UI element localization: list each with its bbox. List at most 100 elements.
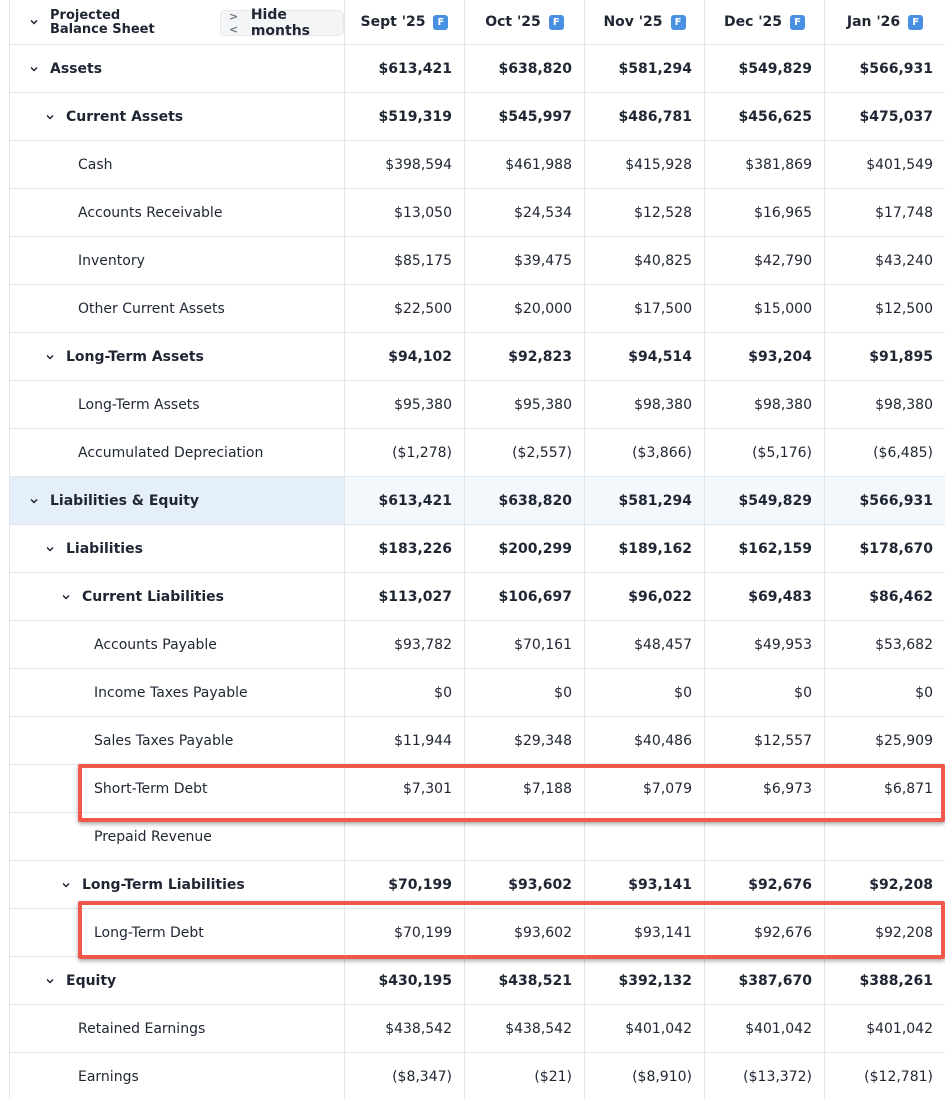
value-cell[interactable]: $113,027 <box>345 573 465 620</box>
value-cell[interactable]: $70,199 <box>345 909 465 956</box>
table-row[interactable]: Retained Earnings $438,542 $438,542 $401,04… <box>10 1005 945 1053</box>
value-cell[interactable]: $401,042 <box>705 1005 825 1052</box>
value-cell[interactable]: $415,928 <box>585 141 705 188</box>
month-header[interactable]: Oct '25 F <box>465 0 585 44</box>
month-header[interactable]: Sept '25 F <box>345 0 465 44</box>
value-cell[interactable]: ($5,176) <box>705 429 825 476</box>
month-header[interactable]: Dec '25 F <box>705 0 825 44</box>
month-header[interactable]: Jan '26 F <box>825 0 945 44</box>
value-cell[interactable]: $6,973 <box>705 765 825 812</box>
value-cell[interactable]: $486,781 <box>585 93 705 140</box>
value-cell[interactable]: $401,042 <box>585 1005 705 1052</box>
value-cell[interactable]: $13,050 <box>345 189 465 236</box>
value-cell[interactable]: ($13,372) <box>705 1053 825 1099</box>
value-cell[interactable]: $381,869 <box>705 141 825 188</box>
chevron-down-icon[interactable] <box>41 348 59 366</box>
value-cell[interactable]: $638,820 <box>465 477 585 524</box>
value-cell[interactable]: $94,514 <box>585 333 705 380</box>
value-cell[interactable]: $189,162 <box>585 525 705 572</box>
table-row[interactable]: Accounts Payable $93,782 $70,161 $48,457 $49… <box>10 621 945 669</box>
value-cell[interactable]: $6,871 <box>825 765 945 812</box>
value-cell[interactable]: $398,594 <box>345 141 465 188</box>
value-cell[interactable]: $25,909 <box>825 717 945 764</box>
value-cell[interactable]: $566,931 <box>825 45 945 92</box>
value-cell[interactable]: ($6,485) <box>825 429 945 476</box>
value-cell[interactable]: $106,697 <box>465 573 585 620</box>
value-cell[interactable]: $7,301 <box>345 765 465 812</box>
value-cell[interactable]: $11,944 <box>345 717 465 764</box>
value-cell[interactable]: $0 <box>705 669 825 716</box>
value-cell[interactable]: $16,965 <box>705 189 825 236</box>
value-cell[interactable]: $456,625 <box>705 93 825 140</box>
value-cell[interactable]: $98,380 <box>705 381 825 428</box>
value-cell[interactable]: $613,421 <box>345 477 465 524</box>
value-cell[interactable]: $461,988 <box>465 141 585 188</box>
value-cell[interactable]: ($3,866) <box>585 429 705 476</box>
value-cell[interactable]: $93,141 <box>585 909 705 956</box>
value-cell[interactable]: ($8,910) <box>585 1053 705 1099</box>
value-cell[interactable]: $39,475 <box>465 237 585 284</box>
value-cell[interactable]: $200,299 <box>465 525 585 572</box>
table-row[interactable]: Cash $398,594 $461,988 $415,928 $381,869 $401… <box>10 141 945 189</box>
value-cell[interactable]: $549,829 <box>705 477 825 524</box>
value-cell[interactable]: $43,240 <box>825 237 945 284</box>
value-cell[interactable]: $388,261 <box>825 957 945 1004</box>
value-cell[interactable]: $86,462 <box>825 573 945 620</box>
value-cell[interactable]: $98,380 <box>585 381 705 428</box>
value-cell[interactable]: $53,682 <box>825 621 945 668</box>
value-cell[interactable]: $92,676 <box>705 861 825 908</box>
value-cell[interactable]: $15,000 <box>705 285 825 332</box>
value-cell[interactable]: $0 <box>585 669 705 716</box>
value-cell[interactable]: $387,670 <box>705 957 825 1004</box>
table-row[interactable]: Short-Term Debt $7,301 $7,188 $7,079 $6,973 $… <box>10 765 945 813</box>
value-cell[interactable]: $162,159 <box>705 525 825 572</box>
chevron-down-icon[interactable] <box>41 540 59 558</box>
value-cell[interactable]: $638,820 <box>465 45 585 92</box>
value-cell[interactable]: $48,457 <box>585 621 705 668</box>
value-cell[interactable] <box>585 813 705 860</box>
chevron-down-icon[interactable] <box>25 492 43 510</box>
value-cell[interactable]: $566,931 <box>825 477 945 524</box>
value-cell[interactable]: $93,204 <box>705 333 825 380</box>
value-cell[interactable]: $92,676 <box>705 909 825 956</box>
table-row[interactable]: Equity $430,195 $438,521 $392,132 $387,670 $3… <box>10 957 945 1005</box>
table-row[interactable]: Long-Term Assets $95,380 $95,380 $98,380 $98… <box>10 381 945 429</box>
table-row[interactable]: Other Current Assets $22,500 $20,000 $17,50… <box>10 285 945 333</box>
value-cell[interactable]: $401,549 <box>825 141 945 188</box>
value-cell[interactable]: $94,102 <box>345 333 465 380</box>
value-cell[interactable]: $12,557 <box>705 717 825 764</box>
table-row[interactable]: Assets $613,421 $638,820 $581,294 $549,829 $5… <box>10 45 945 93</box>
value-cell[interactable] <box>825 813 945 860</box>
value-cell[interactable]: $40,486 <box>585 717 705 764</box>
value-cell[interactable]: $93,782 <box>345 621 465 668</box>
value-cell[interactable]: $183,226 <box>345 525 465 572</box>
value-cell[interactable]: $581,294 <box>585 45 705 92</box>
value-cell[interactable]: $95,380 <box>465 381 585 428</box>
value-cell[interactable]: ($1,278) <box>345 429 465 476</box>
table-row[interactable]: Inventory $85,175 $39,475 $40,825 $42,790 $43… <box>10 237 945 285</box>
table-row[interactable]: Long-Term Debt $70,199 $93,602 $93,141 $92,6… <box>10 909 945 957</box>
hide-months-button[interactable]: >< Hide months <box>220 7 344 39</box>
value-cell[interactable]: $96,022 <box>585 573 705 620</box>
value-cell[interactable]: $581,294 <box>585 477 705 524</box>
value-cell[interactable]: $178,670 <box>825 525 945 572</box>
chevron-down-icon[interactable] <box>25 60 43 78</box>
value-cell[interactable]: $95,380 <box>345 381 465 428</box>
value-cell[interactable]: $93,602 <box>465 861 585 908</box>
value-cell[interactable]: $69,483 <box>705 573 825 620</box>
value-cell[interactable]: $70,161 <box>465 621 585 668</box>
value-cell[interactable]: $22,500 <box>345 285 465 332</box>
value-cell[interactable]: $70,199 <box>345 861 465 908</box>
value-cell[interactable]: $545,997 <box>465 93 585 140</box>
value-cell[interactable]: ($21) <box>465 1053 585 1099</box>
chevron-down-icon[interactable] <box>41 972 59 990</box>
value-cell[interactable]: $24,534 <box>465 189 585 236</box>
table-row[interactable]: Current Liabilities $113,027 $106,697 $96,0… <box>10 573 945 621</box>
value-cell[interactable]: $401,042 <box>825 1005 945 1052</box>
value-cell[interactable] <box>465 813 585 860</box>
value-cell[interactable]: $17,748 <box>825 189 945 236</box>
value-cell[interactable]: ($12,781) <box>825 1053 945 1099</box>
value-cell[interactable]: $98,380 <box>825 381 945 428</box>
chevron-down-icon[interactable] <box>41 108 59 126</box>
value-cell[interactable]: $40,825 <box>585 237 705 284</box>
